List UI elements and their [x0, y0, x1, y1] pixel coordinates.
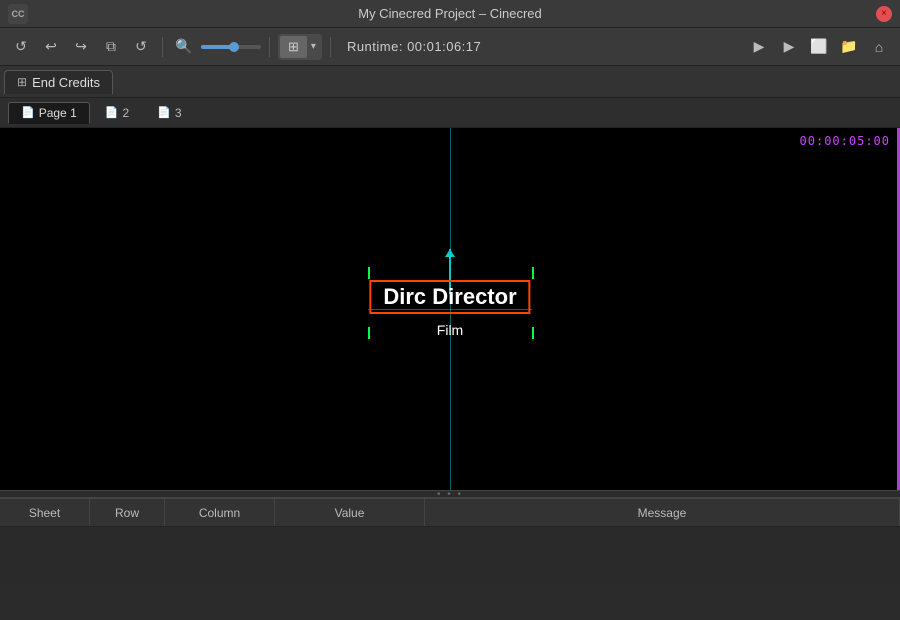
- undo-icon: ↩: [45, 38, 57, 55]
- copy-icon: ⧉: [106, 38, 116, 55]
- tick-right-bottom: [532, 327, 534, 339]
- divider-1: [162, 37, 163, 57]
- undo-button[interactable]: ↩: [38, 34, 64, 60]
- tab-label: End Credits: [32, 75, 100, 90]
- view-toggle[interactable]: ⊞ ▾: [278, 34, 322, 60]
- close-button[interactable]: ×: [876, 6, 892, 22]
- col-message-label: Message: [638, 506, 687, 520]
- zoom-thumb: [229, 42, 239, 52]
- credit-name: Dirc Director: [383, 284, 516, 309]
- search-icon: 🔍: [175, 38, 192, 55]
- col-header-value: Value: [275, 499, 425, 526]
- grid-icon: ⊞: [288, 39, 299, 54]
- view-grid-button[interactable]: ⊞: [280, 36, 307, 58]
- end-credits-tab[interactable]: ⊞ End Credits: [4, 70, 113, 94]
- divider-3: [330, 37, 331, 57]
- preview-button-2[interactable]: ▶: [776, 34, 802, 60]
- tab-grid-icon: ⊞: [17, 75, 27, 89]
- page-2-icon: 📄: [105, 106, 119, 119]
- preview-button-1[interactable]: ▶: [746, 34, 772, 60]
- credit-box: Dirc Director Film: [369, 280, 530, 338]
- revert-icon: ↺: [135, 38, 147, 55]
- page-3-icon: 📄: [157, 106, 171, 119]
- resize-handle[interactable]: • • •: [0, 490, 900, 498]
- title-bar: CC My Cinecred Project – Cinecred ×: [0, 0, 900, 28]
- page-tab-3[interactable]: 📄 3: [144, 102, 194, 124]
- play-icon-2: ▶: [784, 38, 795, 55]
- preview-canvas: 00:00:05:00 Dirc Director Film: [0, 128, 900, 490]
- table-header: Sheet Row Column Value Message: [0, 499, 900, 527]
- window-title: My Cinecred Project – Cinecred: [358, 6, 542, 21]
- toolbar: ↺ ↩ ↪ ⧉ ↺ 🔍 ⊞ ▾ Runtime: 00:01:06:17 ▶ ▶…: [0, 28, 900, 66]
- col-sheet-label: Sheet: [29, 506, 60, 520]
- timecode-display: 00:00:05:00: [800, 134, 890, 148]
- home-icon: ⌂: [875, 39, 883, 55]
- view-toggle-arrow[interactable]: ▾: [307, 38, 320, 55]
- play-icon: ▶: [754, 38, 765, 55]
- page-tabs: 📄 Page 1 📄 2 📄 3: [0, 98, 900, 128]
- copy-button[interactable]: ⧉: [98, 34, 124, 60]
- frame-button[interactable]: ⬜: [806, 34, 832, 60]
- redo-icon: ↪: [75, 38, 87, 55]
- col-value-label: Value: [335, 506, 365, 520]
- page-3-label: 3: [175, 106, 182, 120]
- home-button[interactable]: ⌂: [866, 34, 892, 60]
- folder-button[interactable]: 📁: [836, 34, 862, 60]
- col-column-label: Column: [199, 506, 240, 520]
- page-1-icon: 📄: [21, 106, 35, 119]
- page-1-label: Page 1: [39, 106, 77, 120]
- tab-bar: ⊞ End Credits: [0, 66, 900, 98]
- table-body: [0, 527, 900, 583]
- refresh-button[interactable]: ↺: [8, 34, 34, 60]
- folder-icon: 📁: [840, 38, 857, 55]
- bottom-panel: Sheet Row Column Value Message: [0, 498, 900, 583]
- refresh-icon: ↺: [15, 38, 27, 55]
- page-tab-1[interactable]: 📄 Page 1: [8, 102, 90, 124]
- redo-button[interactable]: ↪: [68, 34, 94, 60]
- frame-icon: ⬜: [810, 38, 827, 55]
- zoom-slider[interactable]: [201, 45, 261, 49]
- tick-left-top: [368, 267, 370, 279]
- revert-button[interactable]: ↺: [128, 34, 154, 60]
- credit-name-box[interactable]: Dirc Director: [369, 280, 530, 314]
- search-button[interactable]: 🔍: [171, 34, 197, 60]
- page-tab-2[interactable]: 📄 2: [92, 102, 142, 124]
- credit-role: Film: [437, 322, 463, 338]
- zoom-control[interactable]: [201, 45, 261, 49]
- preview-area: 00:00:05:00 Dirc Director Film: [0, 128, 900, 490]
- col-header-message: Message: [425, 499, 900, 526]
- col-header-sheet: Sheet: [0, 499, 90, 526]
- tick-right-top: [532, 267, 534, 279]
- col-row-label: Row: [115, 506, 139, 520]
- divider-2: [269, 37, 270, 57]
- col-header-row: Row: [90, 499, 165, 526]
- resize-dots-icon: • • •: [437, 489, 463, 500]
- app-logo: CC: [8, 4, 28, 24]
- col-header-column: Column: [165, 499, 275, 526]
- page-2-label: 2: [122, 106, 129, 120]
- runtime-display: Runtime: 00:01:06:17: [347, 39, 481, 54]
